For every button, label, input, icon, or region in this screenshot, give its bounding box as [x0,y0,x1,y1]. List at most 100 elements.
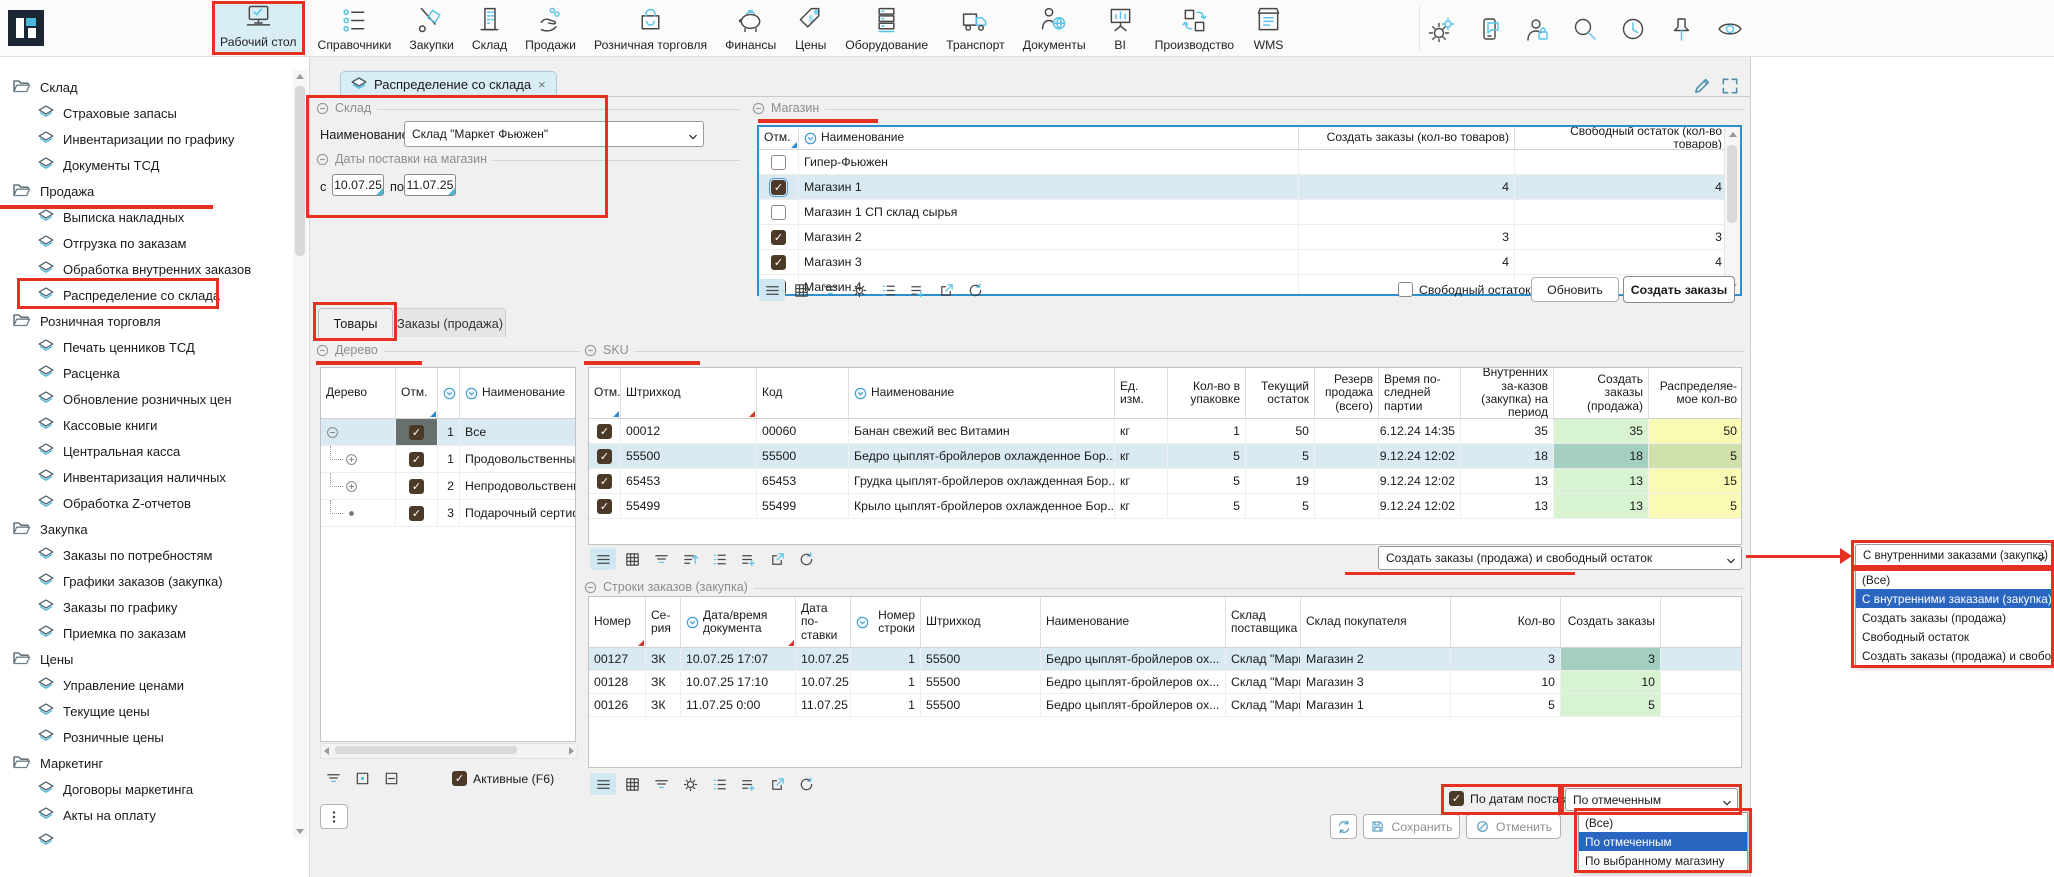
column-header[interactable]: Кол-во в упаковке [1168,368,1246,418]
user-icon[interactable] [1524,16,1550,42]
column-header[interactable]: Штрихкод [921,597,1041,647]
numlist-icon-button[interactable] [706,548,732,570]
filter-icon-button[interactable] [648,548,674,570]
column-header[interactable]: Код [757,368,849,418]
sync-button[interactable] [1330,814,1357,839]
filter-icon-button[interactable] [648,773,674,795]
clock-icon[interactable] [1620,16,1646,42]
expand-icon[interactable] [345,453,358,466]
dropdown-option[interactable]: Свободный остаток [1856,627,2051,646]
topbar-item-warehouse[interactable]: Склад [467,1,512,55]
column-header[interactable] [438,368,460,418]
tree-row[interactable]: 1Продовольственные... [321,446,575,473]
checkbox[interactable] [409,425,424,440]
scrollbar-thumb[interactable] [295,86,305,256]
tree-glyph-cell[interactable] [321,500,396,526]
column-header[interactable]: Наименование [1041,597,1226,647]
collapse-icon[interactable] [316,153,329,166]
cancel-button[interactable]: Отменить [1466,814,1561,839]
tab-products[interactable]: Товары [318,308,393,337]
tree-row[interactable]: 1Все [321,419,575,446]
topbar-item-documents[interactable]: Документы [1018,1,1091,55]
topbar-item-bi[interactable]: BI [1099,1,1142,55]
scroll-up-icon[interactable] [1729,132,1737,137]
collapse-icon[interactable] [584,581,597,594]
checkbox[interactable] [597,424,612,439]
refresh-icon-button[interactable] [793,773,819,795]
column-header[interactable] [1661,597,1742,647]
column-header[interactable]: Склад поставщика [1226,597,1301,647]
sidebar-item-26[interactable]: Маркетинг [12,750,103,776]
scrollbar-thumb[interactable] [335,746,517,754]
sidebar-item-15[interactable]: Инвентаризация наличных [38,464,226,490]
column-header[interactable]: Текущий остаток [1246,368,1315,418]
column-header[interactable]: Штрихкод [621,368,757,418]
sidebar-item-12[interactable]: Обновление розничных цен [38,386,232,412]
tab-orders-sales[interactable]: Заказы (продажа) [394,308,506,337]
checkbox[interactable] [771,205,786,220]
scroll-left-icon[interactable] [324,747,329,755]
save-button[interactable]: Сохранить [1363,814,1460,839]
scrollbar-thumb[interactable] [1727,145,1737,223]
sidebar-item-24[interactable]: Текущие цены [38,698,150,724]
sidebar-item-23[interactable]: Управление ценами [38,672,184,698]
column-header[interactable]: Ед. изм. [1115,368,1168,418]
date-from-field[interactable]: 10.07.25 [332,174,384,196]
sku-row[interactable]: 5549955499Крыло цыплят-бройлеров охлажде… [589,494,1741,519]
sidebar-item-25[interactable]: Розничные цены [38,724,164,750]
tree-glyph-cell[interactable] [321,446,396,472]
checkbox[interactable] [409,506,424,521]
order-line-row[interactable]: 00126ЗК11.07.25 0:0011.07.25155500Бедро … [589,694,1741,717]
topbar-item-catalogs[interactable]: Справочники [313,1,397,55]
messages-icon[interactable] [1476,16,1502,42]
rows-icon-button[interactable] [590,548,616,570]
search-icon[interactable] [1572,16,1598,42]
sidebar-item-29[interactable] [38,828,63,854]
refresh-shops-button[interactable]: Обновить [1531,277,1619,302]
shop-row[interactable]: Магазин 344 [759,250,1740,275]
addlist-icon-button[interactable] [735,773,761,795]
column-header[interactable]: Се-рия [646,597,681,647]
dropdown-option[interactable]: Создать заказы (продажа) и свободный ост… [1856,646,2051,665]
sidebar-item-27[interactable]: Договоры маркетинга [38,776,193,802]
filter-icon-button[interactable] [817,279,843,301]
sku-row[interactable]: 0001200060Банан свежий вес Витаминкг1501… [589,419,1741,444]
sidebar-item-4[interactable]: Продажа [12,178,94,204]
gear-icon-button[interactable] [677,773,703,795]
rows-icon-button[interactable] [590,773,616,795]
sidebar-item-1[interactable]: Страховые запасы [38,100,177,126]
collapse-icon[interactable] [316,102,329,115]
checkbox[interactable] [452,771,467,786]
column-header[interactable]: Отм. [589,368,621,418]
tree-glyph-cell[interactable] [321,419,396,445]
checkbox[interactable] [771,155,786,170]
gear-icon-button[interactable] [846,279,872,301]
column-header[interactable]: Наименование [799,127,1299,149]
tab-close-icon[interactable]: × [538,77,546,92]
sortup-icon-button[interactable] [677,548,703,570]
collapse-icon[interactable] [584,344,597,357]
sidebar-item-3[interactable]: Документы ТСД [38,152,159,178]
sidebar-item-10[interactable]: Печать ценников ТСД [38,334,195,360]
free-rest-checkbox[interactable]: Свободный остаток [1398,282,1531,297]
settings-icon[interactable] [1428,16,1454,42]
column-header[interactable]: Время по-следней партии [1379,368,1461,418]
create-orders-button[interactable]: Создать заказы [1623,276,1735,303]
filter-icon-button[interactable] [320,767,346,789]
topbar-item-sales[interactable]: Продажи [520,1,581,55]
dropdown-option[interactable]: С внутренними заказами (закупка) [1856,589,2051,608]
numlist-icon-button[interactable] [875,279,901,301]
dropdown-option[interactable]: По выбранному магазину [1579,851,1747,870]
boxminus-icon-button[interactable] [378,767,404,789]
dropdown-option[interactable]: По отмеченным [1579,832,1747,851]
grid-icon-button[interactable] [619,773,645,795]
sku-row[interactable]: 6545365453Грудка цыплят-бройлеров охлажд… [589,469,1741,494]
edit-pencil-icon[interactable] [1692,76,1712,96]
checkbox[interactable] [409,479,424,494]
column-header[interactable]: Дерево [321,368,396,418]
leaf-icon[interactable] [345,507,358,520]
shop-row[interactable]: Магазин 233 [759,225,1740,250]
delivery-dates-checkbox[interactable]: По датам поставки [1449,791,1578,806]
mode-select[interactable]: Создать заказы (продажа) и свободный ост… [1378,546,1742,570]
sidebar-item-22[interactable]: Цены [12,646,73,672]
